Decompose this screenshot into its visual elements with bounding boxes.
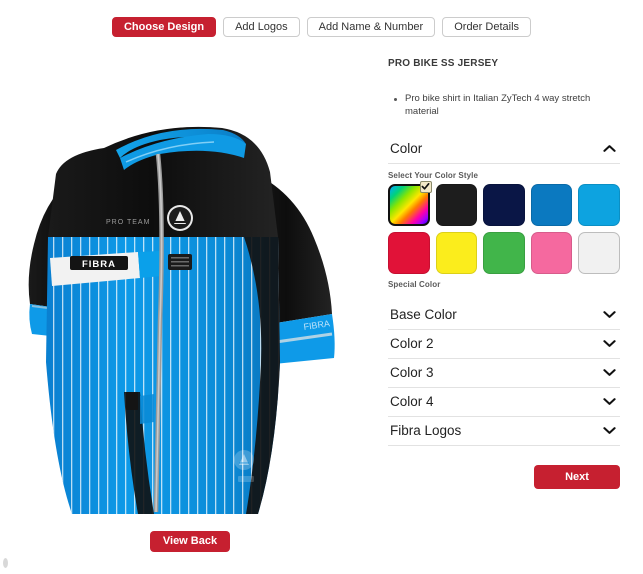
color-section-body: Select Your Color Style Special Color <box>388 164 620 301</box>
swatch-pink[interactable] <box>530 231 573 274</box>
swatch-navy[interactable] <box>483 183 525 226</box>
chevron-down-icon <box>603 368 616 376</box>
swatch-red[interactable] <box>388 231 430 274</box>
chevron-up-icon <box>603 144 616 152</box>
jersey-image: FIBRA FIBRA PRO TEAM <box>8 62 373 532</box>
color-swatch-row-primary <box>388 180 620 226</box>
chevron-down-icon <box>603 397 616 405</box>
accordion-header-fibra-logos[interactable]: Fibra Logos <box>388 417 620 446</box>
jersey-illustration: FIBRA FIBRA PRO TEAM <box>28 126 335 514</box>
tab-choose-design-label: Choose Design <box>123 20 205 33</box>
accordion-header-base-color[interactable]: Base Color <box>388 301 620 330</box>
chevron-down-icon <box>603 339 616 347</box>
view-back-button[interactable]: View Back <box>149 531 231 552</box>
swatch-selected-check <box>419 180 432 193</box>
tab-choose-design[interactable]: Choose Design <box>111 17 217 37</box>
next-button-wrap: Next <box>388 464 620 489</box>
swatch-white[interactable] <box>578 231 620 274</box>
chevron-down-icon <box>603 426 616 434</box>
accordion-title-color-4: Color 4 <box>390 393 434 409</box>
accordion-header-color[interactable]: Color <box>388 135 620 164</box>
swatch-light-blue[interactable] <box>578 183 620 226</box>
swatch-blue[interactable] <box>530 183 573 226</box>
swatch-yellow[interactable] <box>435 231 478 274</box>
product-preview-area: FIBRA FIBRA PRO TEAM View Back <box>0 42 380 574</box>
accordion-title-color-2: Color 2 <box>390 335 434 351</box>
scroll-edge-marker <box>3 558 8 568</box>
product-feature-item: Pro bike shirt in Italian ZyTech 4 way s… <box>388 93 620 119</box>
svg-text:FIBRA: FIBRA <box>82 259 116 270</box>
product-feature-list: Pro bike shirt in Italian ZyTech 4 way s… <box>388 93 620 119</box>
tab-add-name-number[interactable]: Add Name & Number <box>306 17 436 37</box>
tab-add-name-number-label: Add Name & Number <box>318 20 424 33</box>
accordion-header-color-4[interactable]: Color 4 <box>388 388 620 417</box>
special-color-label: Special Color <box>388 279 441 289</box>
tab-order-details-label: Order Details <box>454 20 520 33</box>
color-swatch-row-special <box>388 231 620 274</box>
view-back-button-wrap: View Back <box>0 531 380 552</box>
svg-text:PRO TEAM: PRO TEAM <box>106 219 150 226</box>
design-configurator-page: Choose Design Add Logos Add Name & Numbe… <box>0 0 643 574</box>
accordion-title-base-color: Base Color <box>390 306 457 322</box>
chevron-down-icon <box>603 310 616 318</box>
tab-add-logos[interactable]: Add Logos <box>223 17 300 37</box>
configuration-panel: PRO BIKE SS JERSEY Pro bike shirt in Ita… <box>388 58 620 489</box>
accordion-header-color-2[interactable]: Color 2 <box>388 330 620 359</box>
step-tabbar: Choose Design Add Logos Add Name & Numbe… <box>0 17 643 37</box>
tab-add-logos-label: Add Logos <box>235 20 288 33</box>
page-title: PRO BIKE SS JERSEY <box>388 58 499 69</box>
accordion-title-color-3: Color 3 <box>390 364 434 380</box>
swatch-rainbow[interactable] <box>388 180 432 226</box>
accordion-title-fibra-logos: Fibra Logos <box>390 422 462 438</box>
tab-order-details[interactable]: Order Details <box>442 17 532 37</box>
swatch-black[interactable] <box>435 183 478 226</box>
accordion-title-color: Color <box>390 140 423 156</box>
accordion-header-color-3[interactable]: Color 3 <box>388 359 620 388</box>
swatch-green[interactable] <box>483 231 525 274</box>
check-icon <box>421 183 430 190</box>
next-button[interactable]: Next <box>534 464 620 489</box>
select-color-style-label: Select Your Color Style <box>388 170 479 180</box>
